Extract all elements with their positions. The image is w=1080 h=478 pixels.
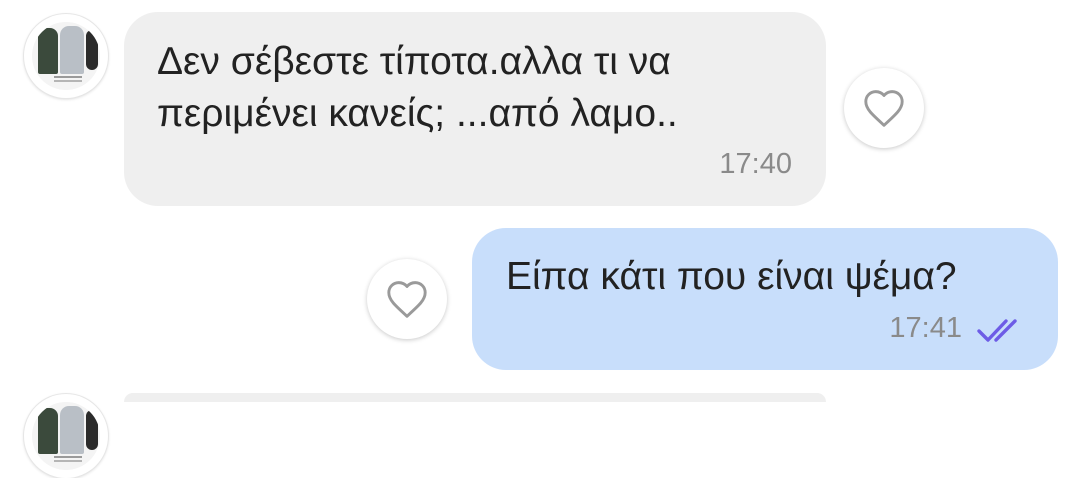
heart-outline-icon [864,90,904,127]
avatar-photo [32,402,100,470]
message-timestamp: 17:41 [889,312,962,344]
like-button[interactable] [844,68,924,148]
incoming-message-bubble[interactable] [124,393,826,402]
like-button[interactable] [367,259,447,339]
sender-avatar[interactable] [24,394,108,478]
message-text-line: Είπα κάτι που είναι ψέμα? [506,255,957,298]
message-timestamp: 17:40 [719,148,792,180]
sender-avatar[interactable] [24,14,108,98]
double-check-icon [977,319,1017,342]
message-text-line: περιμένει κανείς; ...από λαμο.. [157,92,678,135]
heart-outline-icon [387,281,427,318]
message-text-line: Δεν σέβεστε τίποτα.αλλα τι να [157,40,671,83]
outgoing-message-bubble[interactable]: Είπα κάτι που είναι ψέμα? 17:41 [472,228,1058,370]
avatar-photo [32,22,100,90]
incoming-message-bubble[interactable]: Δεν σέβεστε τίποτα.αλλα τι να περιμένει … [124,12,826,206]
